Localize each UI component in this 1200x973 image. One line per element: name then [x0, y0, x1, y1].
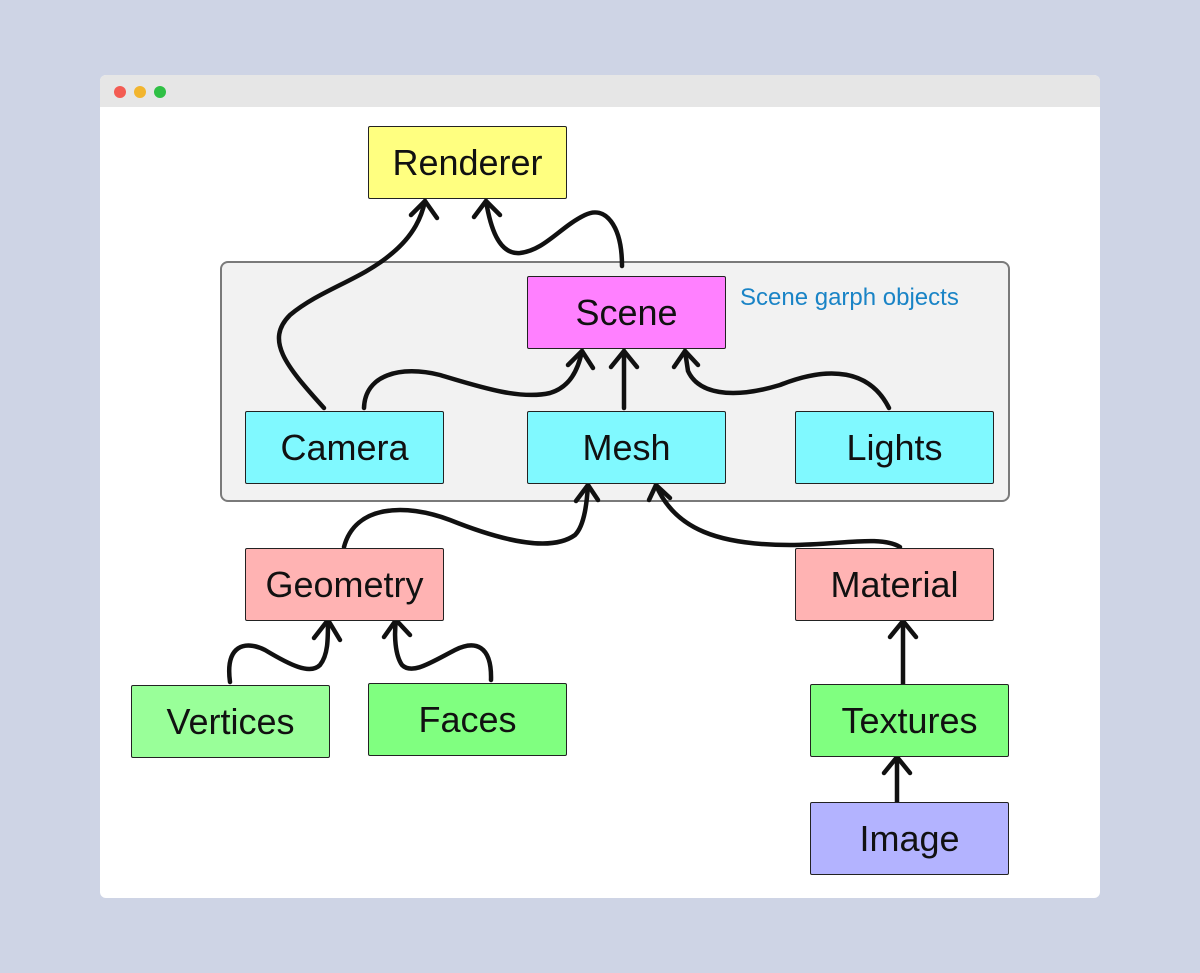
node-renderer: Renderer	[368, 126, 567, 199]
edge-lights-scene	[682, 348, 892, 411]
diagram-edges	[226, 198, 919, 805]
node-lights: Lights	[795, 411, 994, 484]
edge-material-mesh	[653, 482, 903, 550]
browser-window: Scene garph objects Renderer Scene Camer…	[100, 75, 1100, 898]
node-scene: Scene	[527, 276, 726, 349]
node-material: Material	[795, 548, 994, 621]
node-faces: Faces	[368, 683, 567, 756]
node-geometry: Geometry	[245, 548, 444, 621]
node-textures: Textures	[810, 684, 1009, 757]
edge-scene-renderer	[483, 198, 625, 269]
edge-camera-renderer	[276, 198, 428, 411]
node-mesh: Mesh	[527, 411, 726, 484]
node-vertices: Vertices	[131, 685, 330, 758]
edge-faces-geometry	[392, 617, 494, 683]
edge-vertices-geometry	[226, 617, 331, 685]
edge-geometry-mesh	[341, 482, 591, 550]
node-image: Image	[810, 802, 1009, 875]
node-camera: Camera	[245, 411, 444, 484]
edge-camera-scene	[361, 348, 585, 411]
